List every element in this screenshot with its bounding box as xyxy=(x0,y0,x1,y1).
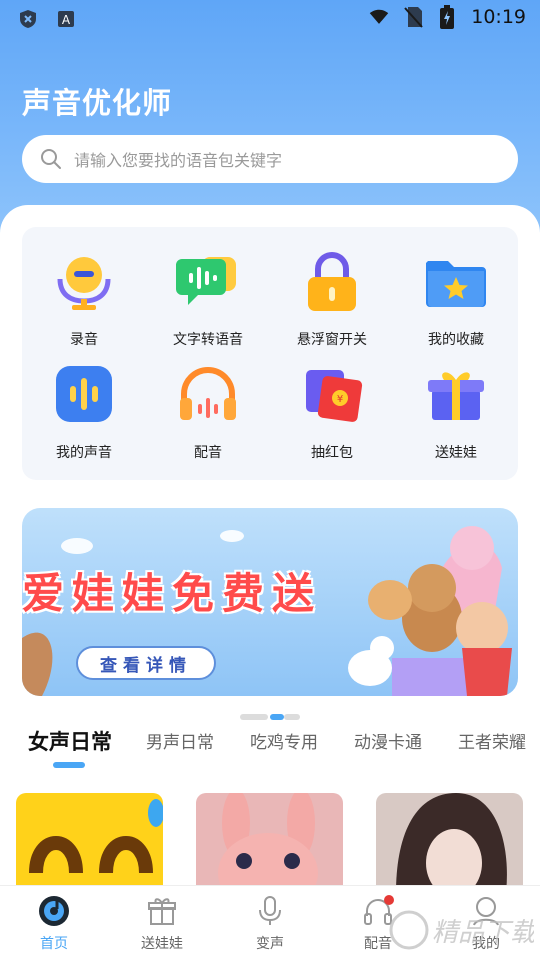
feature-my-voice[interactable]: 我的声音 xyxy=(22,340,146,461)
watermark-logo: 精品下载 xyxy=(384,905,539,955)
feature-grid: 录音 文字转语音 悬浮窗开关 我的收藏 我的声音 配音 ¥ 抽红包 送娃娃 xyxy=(22,227,518,480)
no-sim-icon xyxy=(403,7,423,28)
watermark-text: 精品下载 xyxy=(432,918,534,948)
status-bar: A 10:19 xyxy=(0,0,540,38)
wifi-icon xyxy=(369,7,389,27)
voice-bars-icon xyxy=(52,362,116,426)
svg-text:¥: ¥ xyxy=(337,394,343,405)
text-to-speech-icon xyxy=(176,249,240,313)
gift-icon xyxy=(145,894,179,928)
microphone-icon xyxy=(253,894,287,928)
feature-text-to-speech[interactable]: 文字转语音 xyxy=(146,227,270,348)
shield-icon xyxy=(18,9,38,29)
search-placeholder: 请输入您要找的语音包关键字 xyxy=(74,151,283,170)
red-envelope-icon: ¥ xyxy=(300,362,364,426)
tab-pubg[interactable]: 吃鸡专用 xyxy=(250,728,318,753)
star-folder-icon xyxy=(424,249,488,313)
search-icon xyxy=(40,148,62,170)
tab-female-daily[interactable]: 女声日常 xyxy=(28,726,112,756)
active-tab-indicator xyxy=(53,762,85,768)
gift-box-icon xyxy=(424,362,488,426)
search-input[interactable]: 请输入您要找的语音包关键字 xyxy=(22,135,518,183)
lock-icon xyxy=(300,249,364,313)
voice-pack-thumb-2[interactable] xyxy=(196,793,343,893)
feature-gift-doll[interactable]: 送娃娃 xyxy=(394,340,518,461)
svg-text:A: A xyxy=(62,13,71,27)
nav-voice-change[interactable]: 变声 xyxy=(216,886,324,960)
headphones-icon xyxy=(176,362,240,426)
tab-male-daily[interactable]: 男声日常 xyxy=(146,728,214,753)
keyboard-a-icon: A xyxy=(56,9,76,29)
feature-floating-window[interactable]: 悬浮窗开关 xyxy=(270,227,394,348)
feature-red-envelope[interactable]: ¥ 抽红包 xyxy=(270,340,394,461)
feature-dubbing[interactable]: 配音 xyxy=(146,340,270,461)
app-title: 声音优化师 xyxy=(22,86,173,120)
nav-gift-doll[interactable]: 送娃娃 xyxy=(108,886,216,960)
banner-headline: 爱娃娃免费送 xyxy=(22,569,323,618)
nav-home[interactable]: 首页 xyxy=(0,886,108,960)
promo-banner[interactable]: 爱娃娃免费送 查看详情 xyxy=(22,508,518,696)
tab-honor-of-kings[interactable]: 王者荣耀 xyxy=(458,728,526,753)
feature-record[interactable]: 录音 xyxy=(22,227,146,348)
voice-pack-thumb-1[interactable] xyxy=(16,793,163,893)
battery-charging-icon xyxy=(437,5,457,29)
recorder-icon xyxy=(52,249,116,313)
voice-pack-thumb-3[interactable] xyxy=(376,793,523,893)
tab-anime[interactable]: 动漫卡通 xyxy=(354,728,422,753)
banner-page-indicator xyxy=(240,705,300,720)
banner-details-button[interactable]: 查看详情 xyxy=(76,646,216,680)
music-disc-icon xyxy=(37,894,71,928)
clock: 10:19 xyxy=(471,6,526,28)
feature-favorites[interactable]: 我的收藏 xyxy=(394,227,518,348)
banner-button-label: 查看详情 xyxy=(100,655,192,676)
